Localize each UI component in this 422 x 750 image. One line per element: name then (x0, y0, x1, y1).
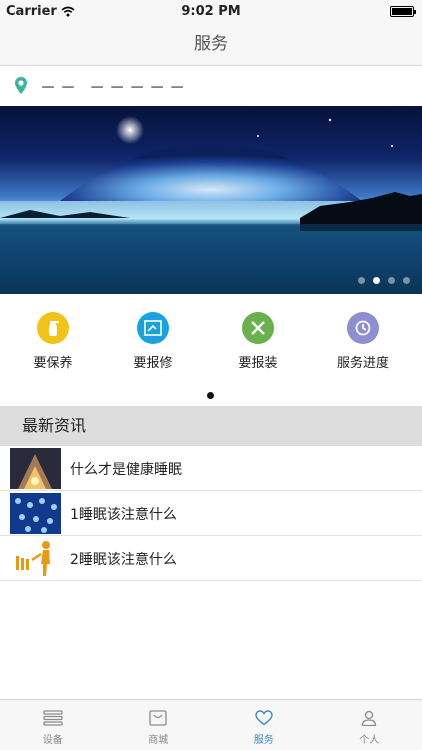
service-maintenance-button[interactable]: 要保养 (0, 312, 106, 371)
heart-icon (255, 710, 273, 726)
service-page-indicator (207, 392, 214, 399)
service-label: 服务进度 (336, 356, 389, 371)
service-progress-button[interactable]: 服务进度 (310, 312, 416, 371)
news-list-item[interactable]: 1睡眠该注意什么 (0, 491, 422, 536)
banner-image (0, 116, 422, 294)
person-icon (362, 710, 377, 726)
news-title: 1睡眠该注意什么 (70, 506, 177, 523)
service-label: 要报装 (238, 356, 278, 371)
tab-label: 个人 (359, 735, 380, 746)
news-thumbnail (10, 493, 61, 534)
news-title: 2睡眠该注意什么 (70, 551, 177, 568)
spray-bottle-icon (37, 312, 69, 344)
status-bar: Carrier 9:02 PM (0, 0, 422, 22)
news-thumbnail (10, 538, 61, 579)
tab-label: 设备 (42, 735, 63, 746)
news-list-item[interactable]: 2睡眠该注意什么 (0, 536, 422, 581)
banner-carousel[interactable] (0, 106, 422, 294)
service-install-button[interactable]: 要报装 (205, 312, 311, 371)
location-pin-icon (15, 77, 27, 94)
service-label: 要报修 (133, 356, 173, 371)
tab-profile[interactable]: 个人 (317, 700, 422, 750)
news-thumbnail (10, 448, 61, 489)
tab-label: 商城 (148, 735, 169, 746)
divider (0, 580, 422, 581)
carousel-dot[interactable] (358, 277, 365, 284)
carousel-dot[interactable] (403, 277, 410, 284)
repair-form-icon (137, 312, 169, 344)
list-icon (43, 710, 63, 726)
service-label: 要保养 (33, 356, 73, 371)
news-section-header: 最新资讯 (0, 406, 422, 446)
service-repair-button[interactable]: 要报修 (100, 312, 206, 371)
tab-label: 服务 (253, 735, 274, 746)
tab-mall[interactable]: 商城 (106, 700, 212, 750)
shopping-bag-icon (149, 710, 167, 726)
news-title: 什么才是健康睡眠 (70, 461, 182, 478)
service-grid: 要保养 要报修 要报装 服务进度 (0, 294, 422, 406)
carousel-page-indicator[interactable] (358, 277, 410, 284)
clock: 9:02 PM (181, 4, 241, 19)
tab-service[interactable]: 服务 (211, 700, 317, 750)
location-address: －－ －－－－－ (40, 78, 190, 97)
tab-bar: 设备 商城 服务 个人 (0, 699, 422, 750)
tab-devices[interactable]: 设备 (0, 700, 106, 750)
clock-history-icon (347, 312, 379, 344)
carousel-dot-active[interactable] (373, 277, 380, 284)
battery-icon (390, 6, 416, 17)
location-bar[interactable]: －－ －－－－－ (0, 66, 422, 106)
page-title: 服务 (0, 22, 422, 66)
tools-icon (242, 312, 274, 344)
news-list-item[interactable]: 什么才是健康睡眠 (0, 446, 422, 491)
carousel-dot[interactable] (388, 277, 395, 284)
